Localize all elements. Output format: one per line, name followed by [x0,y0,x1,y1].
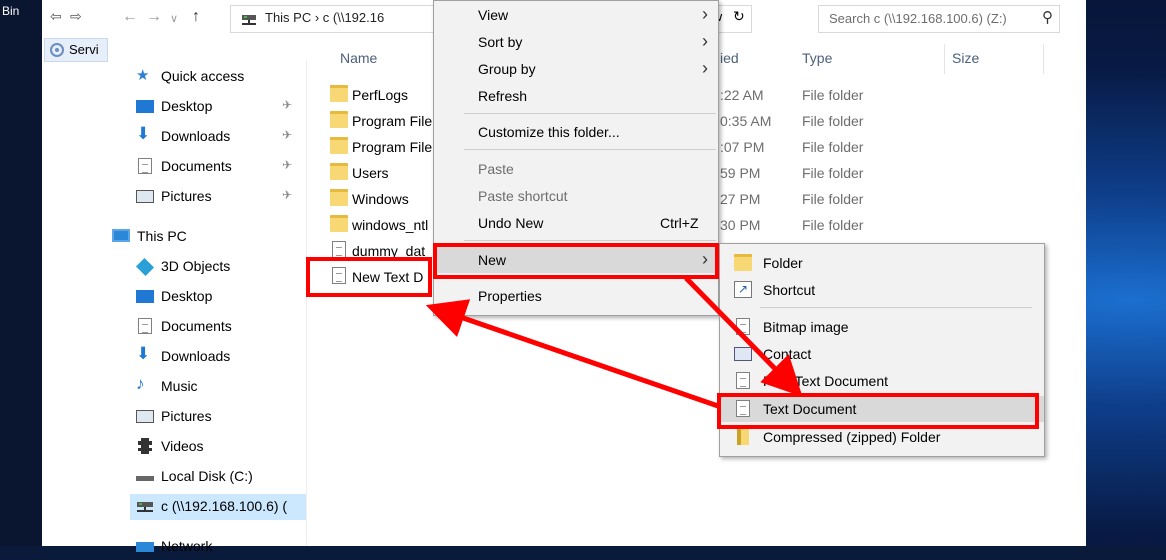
arrow-new-to-text-document [684,276,803,397]
arrow-text-document-to-new-file [425,299,719,409]
annotation-arrows [425,276,803,409]
